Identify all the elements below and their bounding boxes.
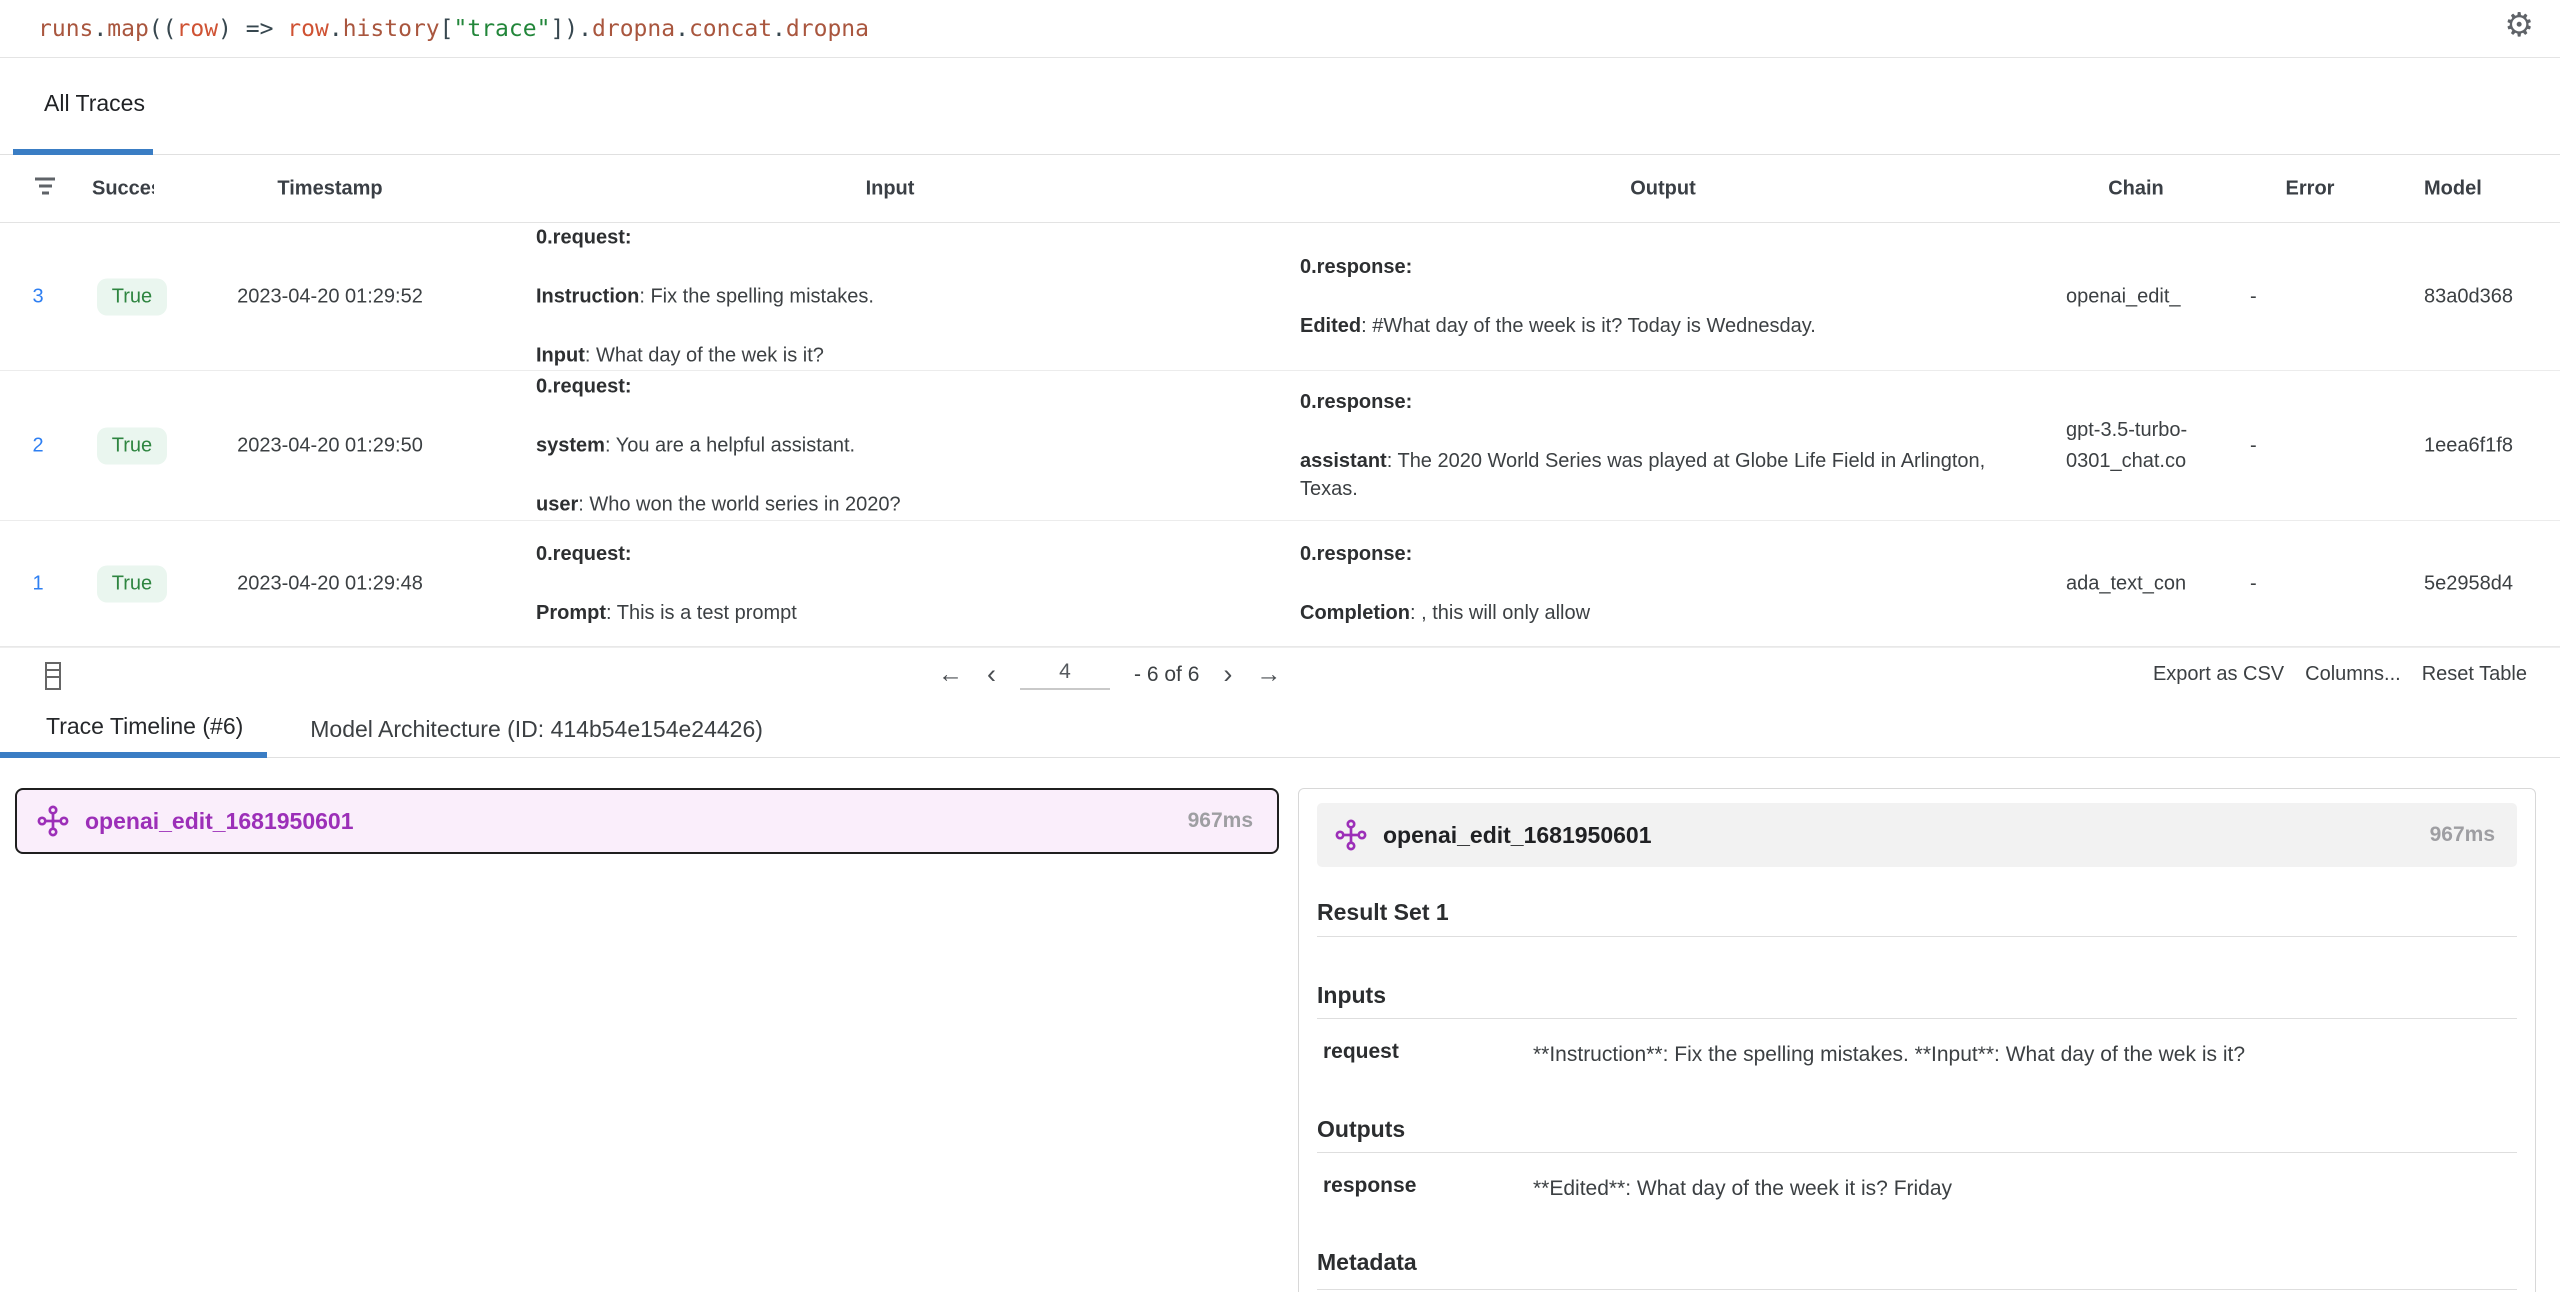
model-cell: 83a0d368 <box>2424 285 2546 308</box>
pagination: ← ‹ 4 - 6 of 6 › → <box>938 648 1281 701</box>
output-cell: 0.response: assistant: The 2020 World Se… <box>1300 387 2026 503</box>
timestamp-cell: 2023-04-20 01:29:48 <box>170 572 490 595</box>
traces-table: Success Timestamp Input Output Chain Err… <box>0 155 2560 647</box>
response-header: 0.response: <box>1300 387 2026 415</box>
trace-name: openai_edit_1681950601 <box>85 808 354 835</box>
previous-page-button[interactable]: ‹ <box>987 661 996 688</box>
table-footer: ← ‹ 4 - 6 of 6 › → Export as CSV Columns… <box>0 647 2560 700</box>
outputs-heading: Outputs <box>1317 1116 2517 1143</box>
divider <box>1317 1018 2517 1019</box>
page-range-label: - 6 of 6 <box>1134 663 1199 687</box>
chain-cell: gpt-3.5-turbo-0301_chat.co <box>2066 415 2206 477</box>
detail-value: **Instruction**: Fix the spelling mistak… <box>1533 1040 2517 1069</box>
status-badge: True <box>97 278 167 315</box>
result-set-heading: Result Set 1 <box>1317 899 2517 926</box>
response-header: 0.response: <box>1300 253 2026 281</box>
input-line: Instruction: Fix the spelling mistakes. <box>536 282 1244 310</box>
row-index-link[interactable]: 2 <box>16 434 60 457</box>
input-cell: 0.request: system: You are a helpful ass… <box>536 372 1244 519</box>
detail-trace-name: openai_edit_1681950601 <box>1383 822 1652 849</box>
request-header: 0.request: <box>536 540 1244 568</box>
trace-detail-panel: openai_edit_1681950601 967ms Result Set … <box>1298 788 2536 1292</box>
query-bar: runs.map((row) => row.history["trace"]).… <box>0 0 2560 58</box>
divider <box>1317 936 2517 937</box>
chain-cell: ada_text_con <box>2066 568 2206 599</box>
trace-span-card[interactable]: openai_edit_1681950601 967ms <box>15 788 1279 854</box>
input-line: system: You are a helpful assistant. <box>536 431 1244 459</box>
detail-value: **Edited**: What day of the week it is? … <box>1533 1174 2517 1203</box>
detail-row-response: response **Edited**: What day of the wee… <box>1317 1174 2517 1203</box>
column-header-output[interactable]: Output <box>1300 177 2026 200</box>
chain-cell: openai_edit_ <box>2066 281 2206 312</box>
metadata-heading: Metadata <box>1317 1249 2517 1276</box>
input-line: user: Who won the world series in 2020? <box>536 491 1244 519</box>
table-rows-icon[interactable] <box>45 662 61 690</box>
input-line: Prompt: This is a test prompt <box>536 599 1244 627</box>
first-page-button[interactable]: ← <box>938 662 963 687</box>
divider <box>1317 1152 2517 1153</box>
filter-icon[interactable] <box>34 177 56 194</box>
hub-icon <box>37 805 69 837</box>
error-cell: - <box>2250 285 2370 308</box>
row-index-link[interactable]: 1 <box>16 572 60 595</box>
column-header-model[interactable]: Model <box>2424 177 2546 200</box>
detail-trace-duration: 967ms <box>2430 823 2495 847</box>
output-line: Edited: #What day of the week is it? Tod… <box>1300 312 2026 340</box>
request-header: 0.request: <box>536 372 1244 400</box>
table-actions: Export as CSV Columns... Reset Table <box>2153 648 2527 701</box>
page-number-input[interactable]: 4 <box>1020 660 1110 690</box>
last-page-button[interactable]: → <box>1256 662 1281 687</box>
reset-table-button[interactable]: Reset Table <box>2422 663 2527 686</box>
column-header-error[interactable]: Error <box>2250 177 2370 200</box>
settings-gear-icon[interactable]: ⚙ <box>2504 8 2534 41</box>
top-tab-bar: All Traces <box>0 58 2560 155</box>
query-code-input[interactable]: runs.map((row) => row.history["trace"]).… <box>38 16 869 42</box>
table-header-row: Success Timestamp Input Output Chain Err… <box>0 155 2560 223</box>
status-badge: True <box>97 565 167 602</box>
tab-all-traces[interactable]: All Traces <box>13 58 153 155</box>
hub-icon <box>1335 819 1367 851</box>
table-row[interactable]: 2 True 2023-04-20 01:29:50 0.request: sy… <box>0 371 2560 521</box>
row-index-link[interactable]: 3 <box>16 285 60 308</box>
output-cell: 0.response: Completion: , this will only… <box>1300 540 2026 628</box>
detail-key: response <box>1317 1174 1533 1203</box>
trace-timeline-pane: openai_edit_1681950601 967ms <box>0 758 1292 1292</box>
output-cell: 0.response: Edited: #What day of the wee… <box>1300 253 2026 341</box>
columns-button[interactable]: Columns... <box>2305 663 2401 686</box>
column-header-chain[interactable]: Chain <box>2066 177 2206 200</box>
output-line: assistant: The 2020 World Series was pla… <box>1300 447 2026 504</box>
input-line: Input: What day of the wek is it? <box>536 342 1244 370</box>
tab-model-architecture[interactable]: Model Architecture (ID: 414b54e154e24426… <box>267 700 793 758</box>
column-header-input[interactable]: Input <box>536 177 1244 200</box>
column-header-success[interactable]: Success <box>92 177 154 200</box>
error-cell: - <box>2250 572 2370 595</box>
next-page-button[interactable]: › <box>1223 661 1232 688</box>
trace-duration: 967ms <box>1188 809 1253 833</box>
table-row[interactable]: 1 True 2023-04-20 01:29:48 0.request: Pr… <box>0 521 2560 647</box>
divider <box>1317 1289 2517 1290</box>
app-window: runs.map((row) => row.history["trace"]).… <box>0 0 2560 1292</box>
bottom-tab-bar: Trace Timeline (#6) Model Architecture (… <box>0 700 2560 758</box>
export-csv-button[interactable]: Export as CSV <box>2153 663 2284 686</box>
detail-header: openai_edit_1681950601 967ms <box>1317 803 2517 867</box>
detail-row-request: request **Instruction**: Fix the spellin… <box>1317 1040 2517 1069</box>
request-header: 0.request: <box>536 223 1244 251</box>
timestamp-cell: 2023-04-20 01:29:52 <box>170 285 490 308</box>
table-row[interactable]: 3 True 2023-04-20 01:29:52 0.request: In… <box>0 223 2560 371</box>
error-cell: - <box>2250 434 2370 457</box>
tab-trace-timeline[interactable]: Trace Timeline (#6) <box>0 700 267 758</box>
detail-key: request <box>1317 1040 1533 1069</box>
status-badge: True <box>97 427 167 464</box>
inputs-heading: Inputs <box>1317 982 2517 1009</box>
model-cell: 1eea6f1f8 <box>2424 434 2546 457</box>
column-header-timestamp[interactable]: Timestamp <box>170 177 490 200</box>
input-cell: 0.request: Instruction: Fix the spelling… <box>536 223 1244 370</box>
input-cell: 0.request: Prompt: This is a test prompt <box>536 540 1244 628</box>
output-line: Completion: , this will only allow <box>1300 599 2026 627</box>
timestamp-cell: 2023-04-20 01:29:50 <box>170 434 490 457</box>
response-header: 0.response: <box>1300 540 2026 568</box>
model-cell: 5e2958d4 <box>2424 572 2546 595</box>
